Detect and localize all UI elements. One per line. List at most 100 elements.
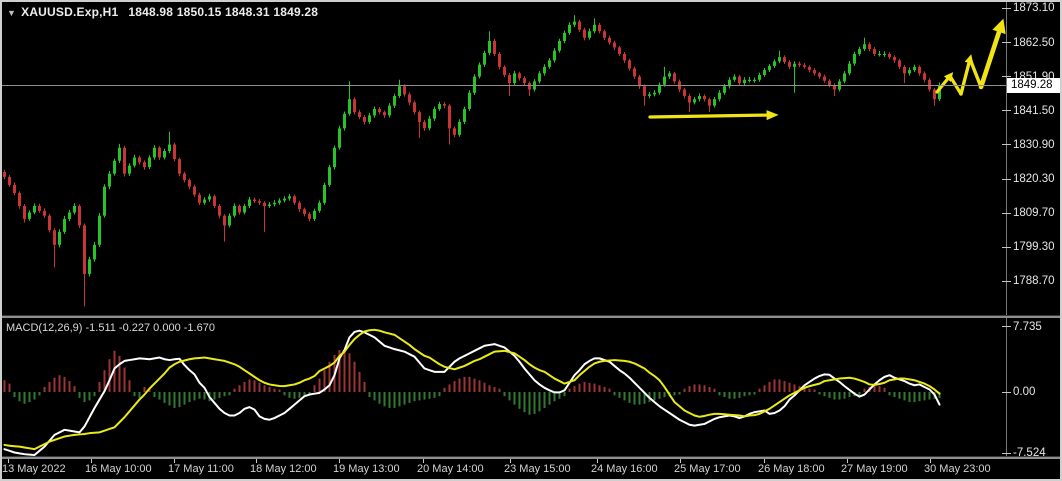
candle [278, 198, 281, 205]
ohlc-quote-label: 1848.98 1850.15 1848.31 1849.28 [128, 5, 319, 19]
candle [288, 194, 291, 201]
candle [73, 203, 76, 215]
candle [708, 97, 711, 113]
candle [188, 178, 191, 190]
panel-separator[interactable] [2, 315, 1060, 318]
current-price-line [2, 85, 1006, 86]
candle [233, 203, 236, 218]
candle [543, 64, 546, 76]
candle [608, 35, 611, 45]
candle [468, 90, 471, 111]
macd-name: MACD(12,26,9) [6, 322, 83, 334]
candle [548, 58, 551, 69]
candle [538, 71, 541, 84]
candle [788, 60, 791, 70]
time-axis[interactable]: 13 May 2022 16 May 10:00 17 May 11:00 18 Ma… [2, 459, 1060, 479]
candle [843, 71, 846, 84]
candle [438, 101, 441, 111]
price-axis-tick [1002, 246, 1011, 248]
candle [303, 207, 306, 217]
candle [313, 208, 316, 221]
candle [133, 154, 136, 168]
price-axis-label: 1799.30 [1013, 241, 1055, 254]
candle [418, 110, 421, 139]
candle [558, 38, 561, 53]
candle [243, 203, 246, 215]
candle [408, 92, 411, 106]
candle [568, 22, 571, 35]
time-axis-label: 16 May 10:00 [85, 463, 152, 475]
candle [483, 50, 486, 67]
price-axis-label: 1809.70 [1013, 207, 1055, 220]
time-axis-label: 17 May 11:00 [168, 463, 234, 475]
candle [8, 174, 11, 187]
candle [698, 93, 701, 102]
candle [793, 61, 796, 93]
candle [663, 66, 666, 87]
one-click-trading-arrow-icon[interactable]: ▼ [7, 8, 16, 18]
candle [563, 30, 566, 44]
price-axis-label: 1830.90 [1013, 138, 1055, 151]
candle [118, 143, 121, 163]
candle [863, 37, 866, 52]
candle [763, 67, 766, 77]
price-axis-label: 1788.70 [1013, 275, 1055, 288]
candle [463, 106, 466, 125]
candle [458, 119, 461, 137]
candle [123, 145, 126, 177]
macd-values: -1.511 -0.227 0.000 -1.670 [85, 322, 215, 334]
candle [383, 110, 386, 118]
candle [868, 42, 871, 52]
price-axis-line [1006, 2, 1007, 456]
candle [238, 204, 241, 215]
annotation-arrow[interactable] [968, 57, 983, 89]
candle [128, 163, 131, 176]
candle [808, 65, 811, 73]
candle [638, 74, 641, 89]
candle [688, 94, 691, 113]
price-axis-label: 1862.50 [1013, 36, 1055, 49]
time-axis-label: 23 May 15:00 [504, 463, 571, 475]
price-axis-tick [1002, 110, 1011, 112]
price-axis-tick [1002, 178, 1011, 180]
candle [253, 197, 256, 204]
price-chart[interactable] [2, 2, 1006, 315]
candle [768, 63, 771, 73]
candle [783, 55, 786, 64]
annotation-arrow[interactable] [648, 113, 774, 119]
macd-panel[interactable] [2, 319, 1006, 456]
candle [53, 228, 56, 268]
candle [478, 62, 481, 79]
candle [308, 212, 311, 222]
symbol-period-label: XAUUSD.Exp,H1 [21, 5, 119, 19]
candle [598, 22, 601, 34]
candle [778, 50, 781, 64]
candle [693, 96, 696, 105]
time-axis-label: 25 May 17:00 [674, 463, 741, 475]
candle [218, 204, 221, 219]
candle [618, 45, 621, 57]
candle [378, 106, 381, 115]
candle [393, 93, 396, 108]
candle [713, 96, 716, 108]
annotation-arrow[interactable] [978, 23, 1004, 90]
candle [528, 81, 531, 96]
candle [183, 171, 186, 183]
candle [498, 51, 501, 70]
time-axis-label: 13 May 2022 [2, 463, 66, 475]
candle [63, 216, 66, 234]
macd-axis-tick [1002, 391, 1011, 393]
candle [628, 58, 631, 71]
candle [578, 19, 581, 32]
candle [728, 77, 731, 89]
annotation-arrow[interactable] [959, 57, 972, 96]
candle [933, 87, 936, 106]
candle [603, 29, 606, 41]
candle [453, 126, 456, 138]
candle [33, 203, 36, 215]
arrowhead-icon [992, 18, 1006, 35]
candle [223, 214, 226, 242]
candle [733, 74, 736, 82]
candle [553, 48, 556, 63]
candle [753, 77, 756, 83]
